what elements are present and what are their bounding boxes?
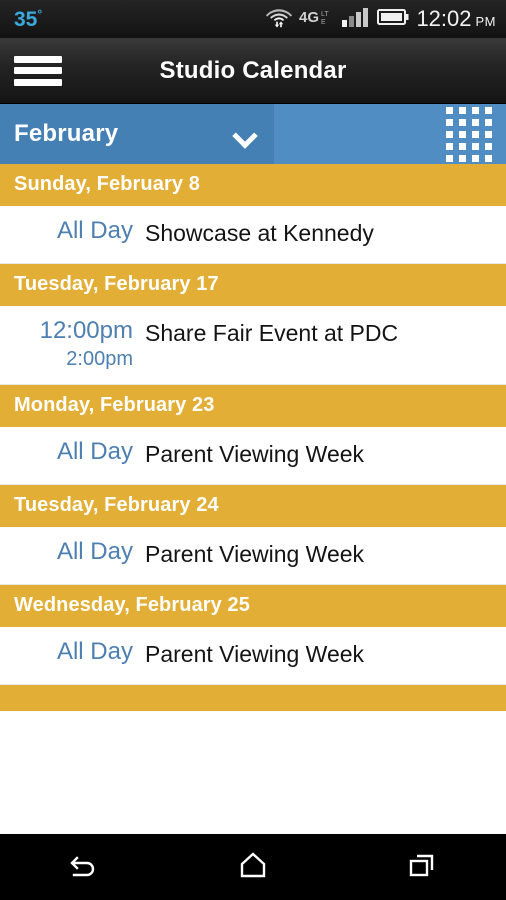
grid-dot <box>446 118 453 126</box>
day-header-partial <box>0 685 506 712</box>
temperature-value: 35 <box>14 8 38 31</box>
grid-dot <box>472 130 479 138</box>
month-label: February <box>14 120 119 147</box>
grid-dot <box>446 154 453 162</box>
event-title: Showcase at Kennedy <box>145 220 374 246</box>
network-type-icon: 4G LT E <box>299 7 335 32</box>
grid-view-icon[interactable] <box>446 106 492 162</box>
event-row[interactable]: All Day Parent Viewing Week <box>0 527 506 586</box>
grid-dot <box>472 106 479 114</box>
day-header: Sunday, February 8 <box>0 164 506 206</box>
temperature-indicator: 35° <box>14 8 42 30</box>
event-title: Parent Viewing Week <box>145 441 365 468</box>
event-row[interactable]: All Day Showcase at Kennedy <box>0 206 506 264</box>
hamburger-line <box>14 55 62 63</box>
grid-dot <box>485 130 492 138</box>
day-header: Tuesday, February 17 <box>0 264 506 306</box>
hamburger-line <box>14 67 62 74</box>
event-time-start: All Day <box>56 438 133 466</box>
grid-dot <box>459 106 466 114</box>
grid-dot <box>459 118 466 126</box>
event-title: Parent Viewing Week <box>145 541 365 568</box>
grid-dot <box>472 118 479 126</box>
status-bar: 35° 4G LT E 12:02 PM <box>0 0 506 38</box>
day-header: Tuesday, February 24 <box>0 485 506 528</box>
svg-text:LT: LT <box>321 11 329 18</box>
recent-apps-icon <box>406 850 438 885</box>
event-title: Share Fair Event at PDC <box>145 320 399 346</box>
event-row[interactable]: All Day Parent Viewing Week <box>0 427 506 486</box>
month-bar-right <box>274 104 506 164</box>
home-button[interactable] <box>208 841 298 893</box>
event-time: 12:00pm 2:00pm <box>0 317 145 370</box>
system-navigation-bar <box>0 834 506 900</box>
wifi-signal-icon <box>266 6 293 33</box>
day-header: Monday, February 23 <box>0 385 506 428</box>
event-title: Parent Viewing Week <box>145 641 365 668</box>
event-time-end: 2:00pm <box>66 347 133 370</box>
grid-dot <box>485 118 492 126</box>
event-time: All Day <box>0 217 145 245</box>
grid-dot <box>446 142 453 150</box>
event-time-start: All Day <box>56 638 133 666</box>
clock-ampm: PM <box>475 14 496 29</box>
event-time-start: All Day <box>56 538 133 566</box>
event-time: All Day <box>0 438 145 466</box>
app-title-bar: Studio Calendar <box>0 38 506 104</box>
grid-dot <box>472 142 479 150</box>
event-time: All Day <box>0 538 145 566</box>
event-time-start: All Day <box>56 217 133 244</box>
cell-signal-bars-icon <box>342 7 370 32</box>
back-button[interactable] <box>39 841 129 893</box>
grid-dot <box>459 154 466 162</box>
svg-text:4G: 4G <box>299 9 319 26</box>
grid-dot <box>459 142 466 150</box>
hamburger-menu-icon[interactable] <box>14 54 62 88</box>
grid-dot <box>485 154 492 162</box>
event-row[interactable]: All Day Parent Viewing Week <box>0 627 506 686</box>
grid-dot <box>472 154 479 162</box>
month-selector-bar: February <box>0 104 506 164</box>
event-time: All Day <box>0 638 145 666</box>
chevron-down-icon <box>234 127 256 141</box>
grid-dot <box>446 106 453 114</box>
event-time-start: 12:00pm <box>39 317 133 344</box>
month-dropdown[interactable]: February <box>0 104 274 164</box>
agenda-list[interactable]: Sunday, February 8 All Day Showcase at Ken… <box>0 164 506 834</box>
status-clock: 12:02 PM <box>416 6 496 32</box>
day-header: Wednesday, February 25 <box>0 585 506 628</box>
svg-text:E: E <box>321 19 326 26</box>
recent-apps-button[interactable] <box>377 841 467 893</box>
grid-dot <box>446 130 453 138</box>
grid-dot <box>459 130 466 138</box>
back-arrow-icon <box>67 850 101 885</box>
hamburger-line <box>14 78 62 86</box>
grid-dot <box>485 142 492 150</box>
phone-screen: 35° 4G LT E 12:02 PM Studio Calendar Feb… <box>0 0 506 900</box>
event-row[interactable]: 12:00pm 2:00pm Share Fair Event at PDC <box>0 306 506 386</box>
clock-time: 12:02 <box>416 6 472 31</box>
grid-dot <box>485 106 492 114</box>
degree-symbol: ° <box>37 7 43 21</box>
home-icon <box>237 850 269 885</box>
page-title: Studio Calendar <box>159 56 347 84</box>
status-icons: 4G LT E 12:02 PM <box>266 6 496 33</box>
battery-full-icon <box>377 8 409 31</box>
